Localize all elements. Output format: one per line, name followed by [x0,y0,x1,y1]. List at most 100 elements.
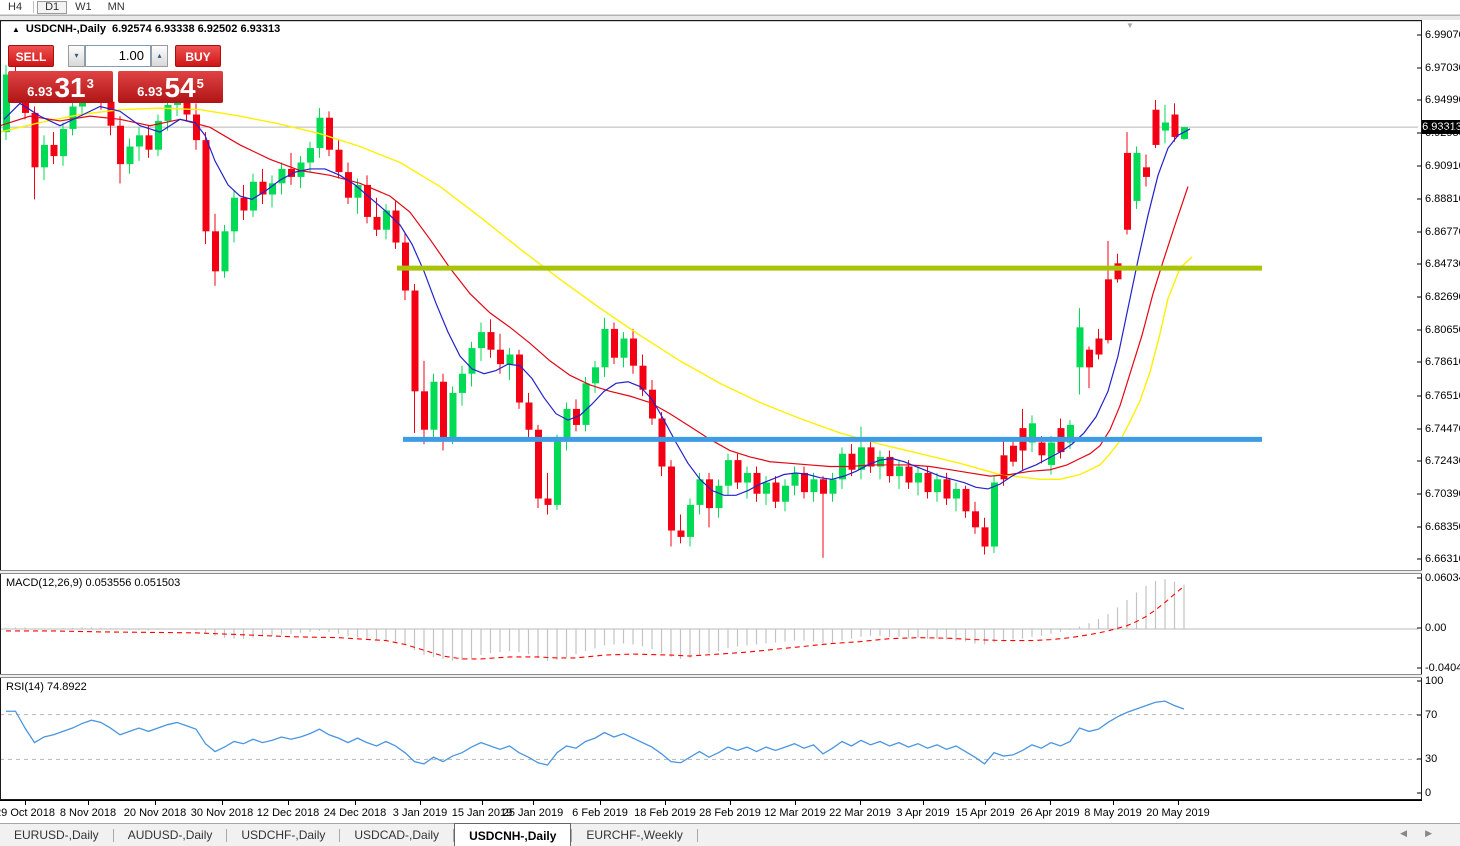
date-axis-label: 12 Dec 2018 [256,807,320,819]
date-axis-label: 8 Nov 2018 [59,807,117,819]
date-tick-mark [860,801,861,805]
tab-separator [696,829,698,842]
date-tick-mark [1113,801,1114,805]
date-axis-label: 20 May 2019 [1146,807,1210,819]
tab-scroll-right-icon[interactable]: ▶ [1425,828,1450,838]
date-tick-mark [1050,801,1051,805]
macd-axis-label: 0.060342 [1425,572,1460,584]
date-tick-mark [533,801,534,805]
price-axis-label: 6.68350 [1425,521,1460,533]
price-axis-label: 6.92950 [1425,127,1460,139]
buy-price-pip: 5 [196,76,204,91]
sell-price-pip: 3 [86,76,94,91]
volume-decrease-button[interactable]: ▾ [68,45,85,67]
chart-tab-usdchf-daily[interactable]: USDCHF-,Daily [227,824,339,846]
date-tick-mark [25,801,26,805]
date-axis-label: 3 Apr 2019 [896,807,950,819]
volume-increase-button[interactable]: ▴ [151,45,168,67]
sell-price-box[interactable]: 6.93 31 3 [8,71,113,103]
ma-yellow-line [0,107,1193,481]
price-axis-label: 6.94990 [1425,94,1460,106]
price-axis-label: 6.97030 [1425,62,1460,74]
macd-pane [0,579,1418,661]
price-axis-label: 6.76510 [1425,390,1460,402]
buy-price-box[interactable]: 6.93 54 5 [118,71,223,103]
panel-collapse-icon[interactable]: ▲ [12,25,20,34]
date-tick-mark [420,801,421,805]
macd-axis-label: -0.040415 [1425,662,1460,674]
mt4-window: H4 D1 W1 MN ▼ ▲ USDCNH-,Daily 6.92574 6.933… [0,0,1460,846]
one-click-trade-panel: SELL ▾ 1.00 ▴ BUY 6.93 31 3 6.93 54 5 [8,45,224,103]
price-axis[interactable]: 6.93313 6.990706.970306.949906.929506.90… [1422,20,1460,800]
sell-button[interactable]: SELL [8,45,54,67]
date-tick-mark [665,801,666,805]
price-axis-label: 6.88810 [1425,193,1460,205]
date-axis-label: 3 Jan 2019 [392,807,448,819]
date-tick-mark [482,801,483,805]
rsi-axis-label: 30 [1425,753,1438,765]
price-axis-label: 6.86770 [1425,226,1460,238]
chart-plot[interactable] [0,0,1422,800]
macd-axis-label: 0.00 [1425,622,1447,634]
volume-input[interactable]: 1.00 [85,45,151,67]
price-axis-label: 6.78610 [1425,356,1460,368]
date-axis-label: 8 May 2019 [1084,807,1142,819]
date-tick-mark [222,801,223,805]
date-axis-label: 28 Feb 2019 [699,807,761,819]
date-tick-mark [923,801,924,805]
trade-panel-controls: SELL ▾ 1.00 ▴ BUY [8,45,224,67]
price-axis-label: 6.74470 [1425,423,1460,435]
date-axis-label: 20 Nov 2018 [123,807,187,819]
date-tick-mark [730,801,731,805]
rsi-axis-label: 100 [1425,675,1444,687]
date-tick-mark [355,801,356,805]
price-axis-label: 6.72430 [1425,455,1460,467]
price-axis-label: 6.82690 [1425,291,1460,303]
buy-button[interactable]: BUY [175,45,221,67]
price-axis-label: 6.80650 [1425,324,1460,336]
chart-header: ▲ USDCNH-,Daily 6.92574 6.93338 6.92502 … [12,23,280,35]
date-axis-label: 15 Apr 2019 [955,807,1015,819]
price-axis-label: 6.90910 [1425,160,1460,172]
date-tick-mark [795,801,796,805]
sell-price-main: 31 [54,72,86,103]
chart-tab-eurusd-daily[interactable]: EURUSD-,Daily [0,824,113,846]
rsi-axis-label: 0 [1425,787,1432,799]
date-axis-label: 24 Dec 2018 [323,807,387,819]
chart-tab-usdcad-daily[interactable]: USDCAD-,Daily [340,824,453,846]
candles-layer [3,64,1188,558]
date-axis-label: 29 Oct 2018 [0,807,55,819]
chart-tab-bar: EURUSD-,Daily AUDUSD-,Daily USDCHF-,Daily U… [0,823,1460,846]
sell-price-prefix: 6.93 [27,84,53,99]
price-axis-label: 6.66310 [1425,553,1460,565]
pane-frames [0,20,1422,800]
date-tick-mark [288,801,289,805]
chart-shift-marker-icon[interactable]: ▼ [1126,21,1134,30]
tab-scroll-left-icon[interactable]: ◀ [1400,828,1425,838]
rsi-indicator-label: RSI(14) 74.8922 [6,681,87,693]
chart-tab-eurchf-weekly[interactable]: EURCHF-,Weekly [572,824,696,846]
chart-tab-audusd-daily[interactable]: AUDUSD-,Daily [114,824,227,846]
rsi-axis-label: 70 [1425,709,1438,721]
chart-tab-usdcnh-daily[interactable]: USDCNH-,Daily [454,823,572,846]
chart-symbol-title: USDCNH-,Daily [25,23,106,35]
ma-blue-line [3,102,1191,496]
trade-panel-prices: 6.93 31 3 6.93 54 5 [8,71,224,103]
buy-price-prefix: 6.93 [137,84,163,99]
chart-ohlc-values: 6.92574 6.93338 6.92502 6.93313 [112,23,281,35]
axis-ticks [1417,34,1421,794]
date-tick-mark [600,801,601,805]
price-axis-label: 6.70390 [1425,488,1460,500]
tab-scroll-arrows[interactable]: ◀▶ [1400,828,1450,839]
date-tick-mark [1178,801,1179,805]
date-axis-label: 18 Feb 2019 [634,807,696,819]
buy-price-main: 54 [164,72,196,103]
date-axis-label: 12 Mar 2019 [764,807,826,819]
date-axis-label: 30 Nov 2018 [190,807,254,819]
date-axis[interactable]: 29 Oct 2018 8 Nov 2018 20 Nov 2018 30 Nov 2… [0,800,1422,823]
macd-indicator-label: MACD(12,26,9) 0.053556 0.051503 [6,577,181,589]
date-tick-mark [155,801,156,805]
date-axis-label: 22 Mar 2019 [829,807,891,819]
date-tick-mark [88,801,89,805]
price-axis-label: 6.99070 [1425,29,1460,41]
